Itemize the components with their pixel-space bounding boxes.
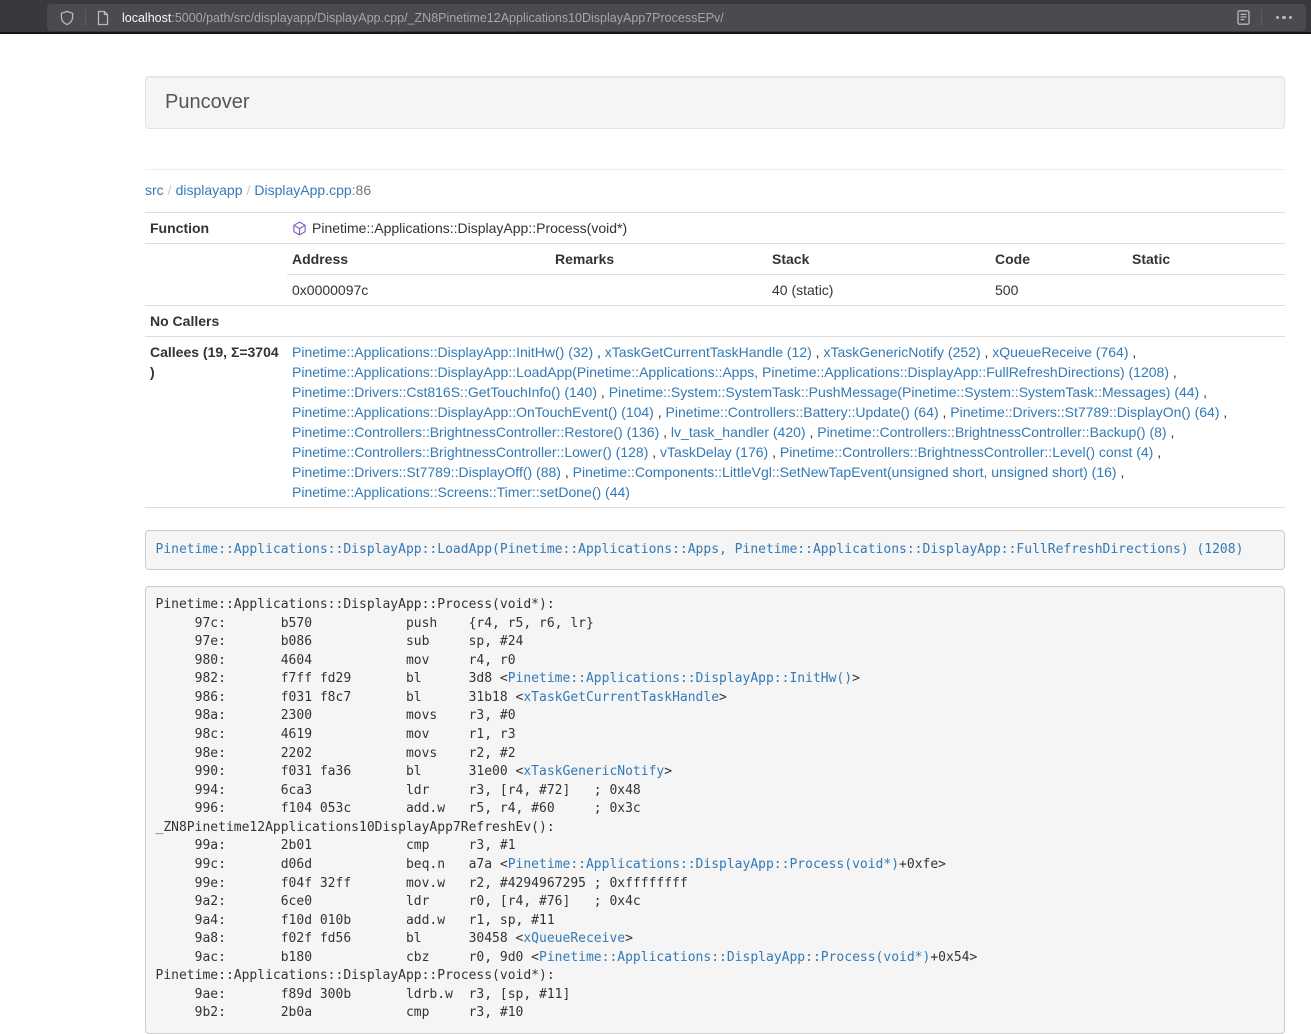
address-table-cell: Address Remarks Stack Code Static 0x0000… <box>287 244 1285 306</box>
breadcrumb-link[interactable]: DisplayApp.cpp <box>254 182 351 198</box>
callers-cell <box>287 306 1285 337</box>
largest-callee-snippet: Pinetime::Applications::DisplayApp::Load… <box>145 530 1285 570</box>
address-value: 0x0000097c <box>287 275 550 306</box>
callee-separator: , <box>648 444 660 460</box>
code-size-value: 500 <box>990 275 1127 306</box>
breadcrumb-separator: / <box>164 182 176 198</box>
callee-separator: , <box>1169 364 1177 380</box>
static-value <box>1127 275 1285 306</box>
urlbar-right-divider <box>1261 10 1262 26</box>
callee-link[interactable]: lv_task_handler (420) <box>671 424 806 440</box>
callee-separator: , <box>1167 424 1175 440</box>
address-bar[interactable]: localhost:5000/path/src/displayapp/Displ… <box>47 4 1306 31</box>
urlbar-divider <box>85 10 86 26</box>
breadcrumb: src/displayapp/DisplayApp.cpp:86 <box>145 180 1285 200</box>
callee-separator: , <box>1153 444 1161 460</box>
callee-link[interactable]: Pinetime::Drivers::St7789::DisplayOn() (… <box>950 404 1219 420</box>
address-table-label <box>145 244 287 306</box>
col-remarks: Remarks <box>550 244 767 275</box>
callee-link[interactable]: Pinetime::Controllers::BrightnessControl… <box>817 424 1166 440</box>
callees-list: Pinetime::Applications::DisplayApp::Init… <box>287 337 1285 508</box>
callers-label: No Callers <box>145 306 287 337</box>
breadcrumb-link[interactable]: displayapp <box>176 182 243 198</box>
url-host: localhost <box>122 11 171 25</box>
callee-link[interactable]: Pinetime::Drivers::St7789::DisplayOff() … <box>292 464 561 480</box>
address-header-row: Address Remarks Stack Code Static <box>287 244 1285 275</box>
callee-separator: , <box>1199 384 1207 400</box>
breadcrumb-separator: / <box>243 182 255 198</box>
callee-separator: , <box>1117 464 1125 480</box>
function-row: Function Pinetime::Applications::Display… <box>145 213 1285 244</box>
stack-value: 40 (static) <box>767 275 990 306</box>
callee-separator: , <box>597 384 609 400</box>
callee-link[interactable]: Pinetime::Controllers::Battery::Update()… <box>666 404 939 420</box>
function-name: Pinetime::Applications::DisplayApp::Proc… <box>312 220 627 236</box>
callees-label: Callees (19, Σ=3704 ) <box>145 337 287 508</box>
callees-row: Callees (19, Σ=3704 ) Pinetime::Applicat… <box>145 337 1285 508</box>
reader-mode-icon[interactable] <box>1236 9 1251 26</box>
callee-link[interactable]: Pinetime::Controllers::BrightnessControl… <box>780 444 1153 460</box>
page-container: Puncover src/displayapp/DisplayApp.cpp:8… <box>145 76 1285 1034</box>
url-path: :5000/path/src/displayapp/DisplayApp.cpp… <box>171 11 723 25</box>
symbol-table: Function Pinetime::Applications::Display… <box>145 212 1285 508</box>
page-info-icon[interactable] <box>96 10 110 26</box>
remarks-value <box>550 275 767 306</box>
symbol-link[interactable]: Pinetime::Applications::DisplayApp::Proc… <box>539 950 930 965</box>
callee-link[interactable]: vTaskDelay (176) <box>660 444 768 460</box>
address-data-row: 0x0000097c 40 (static) 500 <box>287 275 1285 306</box>
callers-row: No Callers <box>145 306 1285 337</box>
callee-link[interactable]: Pinetime::Components::LittleVgl::SetNewT… <box>573 464 1117 480</box>
callee-separator: , <box>1128 344 1136 360</box>
url-text: localhost:5000/path/src/displayapp/Displ… <box>122 11 1236 25</box>
callee-separator: , <box>1220 404 1228 420</box>
address-table-row: Address Remarks Stack Code Static 0x0000… <box>145 244 1285 306</box>
callee-separator: , <box>561 464 573 480</box>
symbol-link[interactable]: xTaskGenericNotify <box>523 764 664 779</box>
callee-link[interactable]: Pinetime::Applications::Screens::Timer::… <box>292 484 630 500</box>
col-stack: Stack <box>767 244 990 275</box>
callee-separator: , <box>981 344 993 360</box>
page-title: Puncover <box>165 89 1265 116</box>
col-static: Static <box>1127 244 1285 275</box>
callee-link[interactable]: Pinetime::System::SystemTask::PushMessag… <box>609 384 1200 400</box>
callee-link[interactable]: xTaskGenericNotify (252) <box>823 344 980 360</box>
app-header-panel: Puncover <box>145 76 1285 129</box>
divider <box>145 169 1285 170</box>
symbol-cube-icon <box>292 221 307 236</box>
callee-separator: , <box>806 424 818 440</box>
function-name-cell: Pinetime::Applications::DisplayApp::Proc… <box>287 213 1285 244</box>
breadcrumb-link[interactable]: src <box>145 182 164 198</box>
callee-link[interactable]: xQueueReceive (764) <box>992 344 1128 360</box>
symbol-link[interactable]: Pinetime::Applications::DisplayApp::Init… <box>508 671 852 686</box>
tracking-shield-icon[interactable] <box>59 10 75 26</box>
callee-link[interactable]: xTaskGetCurrentTaskHandle (12) <box>605 344 812 360</box>
symbol-link[interactable]: xQueueReceive <box>523 931 625 946</box>
callee-link[interactable]: Pinetime::Applications::DisplayApp::OnTo… <box>292 404 654 420</box>
callee-separator: , <box>812 344 824 360</box>
disassembly-code: Pinetime::Applications::DisplayApp::Proc… <box>145 586 1285 1034</box>
page-actions-icon[interactable] <box>1272 16 1297 20</box>
callee-separator: , <box>768 444 780 460</box>
callee-link[interactable]: Pinetime::Applications::DisplayApp::Init… <box>292 344 593 360</box>
callee-link[interactable]: Pinetime::Applications::DisplayApp::Load… <box>292 364 1169 380</box>
callee-separator: , <box>939 404 951 420</box>
callee-separator: , <box>654 404 666 420</box>
callee-link[interactable]: Pinetime::Controllers::BrightnessControl… <box>292 444 648 460</box>
symbol-link[interactable]: xTaskGetCurrentTaskHandle <box>523 690 719 705</box>
largest-callee-link[interactable]: Pinetime::Applications::DisplayApp::Load… <box>156 542 1244 557</box>
col-code: Code <box>990 244 1127 275</box>
symbol-link[interactable]: Pinetime::Applications::DisplayApp::Proc… <box>508 857 899 872</box>
breadcrumb-line-number: :86 <box>352 182 371 198</box>
callee-link[interactable]: Pinetime::Drivers::Cst816S::GetTouchInfo… <box>292 384 597 400</box>
function-label: Function <box>145 213 287 244</box>
col-address: Address <box>287 244 550 275</box>
browser-toolbar: localhost:5000/path/src/displayapp/Displ… <box>0 0 1311 34</box>
callee-separator: , <box>659 424 671 440</box>
callee-separator: , <box>593 344 605 360</box>
callee-link[interactable]: Pinetime::Controllers::BrightnessControl… <box>292 424 659 440</box>
address-table: Address Remarks Stack Code Static 0x0000… <box>287 244 1285 305</box>
